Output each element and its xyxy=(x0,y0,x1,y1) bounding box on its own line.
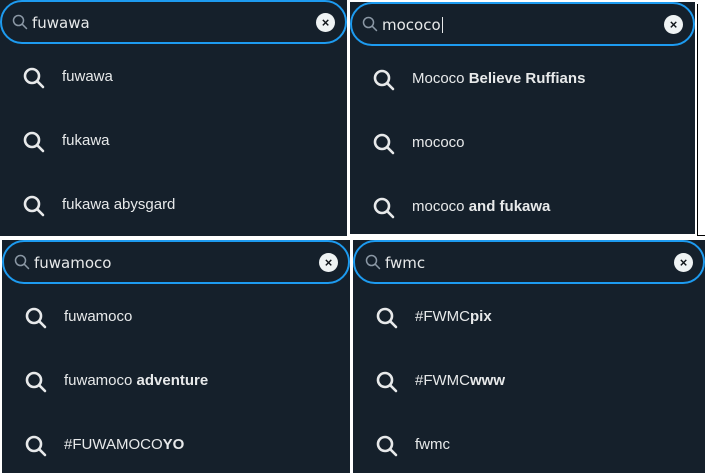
text-caret xyxy=(441,17,443,33)
suggestion-label: fwmc xyxy=(415,436,450,453)
search-panel-mococo: mococo × Mococo Believe Ruffians mococo … xyxy=(350,2,695,234)
search-icon xyxy=(14,254,30,270)
search-icon xyxy=(375,434,399,458)
search-input[interactable]: fuwawa × xyxy=(0,0,347,44)
search-panel-fwmc: fwmc × #FWMCpix #FWMCwww fwmc xyxy=(353,240,705,473)
suggestion-item[interactable]: mococo and fukawa xyxy=(350,176,695,234)
suggestion-label: #FWMCpix xyxy=(415,308,492,325)
clear-icon[interactable]: × xyxy=(316,13,335,32)
search-panel-fuwamoco: fuwamoco × fuwamoco fuwamoco adventure #… xyxy=(2,240,350,473)
suggestion-label: Mococo Believe Ruffians xyxy=(412,70,586,87)
search-icon xyxy=(24,306,48,330)
search-icon xyxy=(12,14,28,30)
clear-icon[interactable]: × xyxy=(674,253,693,272)
search-panel-fuwawa: fuwawa × fuwawa fukawa fukawa abysgard xyxy=(0,0,347,236)
clear-icon[interactable]: × xyxy=(319,253,338,272)
suggestion-item[interactable]: #FUWAMOCOYO xyxy=(2,414,350,473)
clear-icon[interactable]: × xyxy=(664,15,683,34)
suggestion-label: fukawa xyxy=(62,132,110,149)
search-icon xyxy=(375,370,399,394)
suggestion-label: mococo xyxy=(412,134,465,151)
suggestion-label: #FUWAMOCOYO xyxy=(64,436,185,453)
search-icon xyxy=(362,16,378,32)
screenshot-border xyxy=(697,4,698,236)
search-icon xyxy=(375,306,399,330)
suggestion-label: mococo and fukawa xyxy=(412,198,551,215)
search-query: mococo xyxy=(382,16,443,34)
search-input[interactable]: fuwamoco × xyxy=(2,240,350,284)
search-icon xyxy=(372,132,396,156)
search-icon xyxy=(372,196,396,220)
suggestion-item[interactable]: fukawa abysgard xyxy=(0,174,347,236)
suggestion-label: fukawa abysgard xyxy=(62,196,176,213)
search-icon xyxy=(22,130,46,154)
suggestion-label: fuwamoco xyxy=(64,308,133,325)
suggestion-label: #FWMCwww xyxy=(415,372,506,389)
search-query: fuwamoco xyxy=(34,254,112,272)
suggestion-item[interactable]: Mococo Believe Ruffians xyxy=(350,48,695,112)
search-icon xyxy=(22,66,46,90)
suggestion-item[interactable]: #FWMCpix xyxy=(353,286,705,350)
suggestion-item[interactable]: mococo xyxy=(350,112,695,176)
screenshot-border xyxy=(697,235,705,236)
search-input[interactable]: fwmc × xyxy=(353,240,705,284)
search-icon xyxy=(372,68,396,92)
suggestion-item[interactable]: #FWMCwww xyxy=(353,350,705,414)
suggestion-item[interactable]: fuwamoco xyxy=(2,286,350,350)
search-icon xyxy=(24,370,48,394)
suggestion-label: fuwawa xyxy=(62,68,113,85)
search-icon xyxy=(24,434,48,458)
search-icon xyxy=(365,254,381,270)
search-input[interactable]: mococo × xyxy=(350,2,695,46)
search-query: fuwawa xyxy=(32,14,90,32)
suggestion-item[interactable]: fukawa xyxy=(0,110,347,174)
suggestion-label: fuwamoco adventure xyxy=(64,372,209,389)
suggestion-item[interactable]: fuwawa xyxy=(0,46,347,110)
search-query: fwmc xyxy=(385,254,426,272)
suggestion-item[interactable]: fwmc xyxy=(353,414,705,473)
search-icon xyxy=(22,194,46,218)
suggestion-item[interactable]: fuwamoco adventure xyxy=(2,350,350,414)
